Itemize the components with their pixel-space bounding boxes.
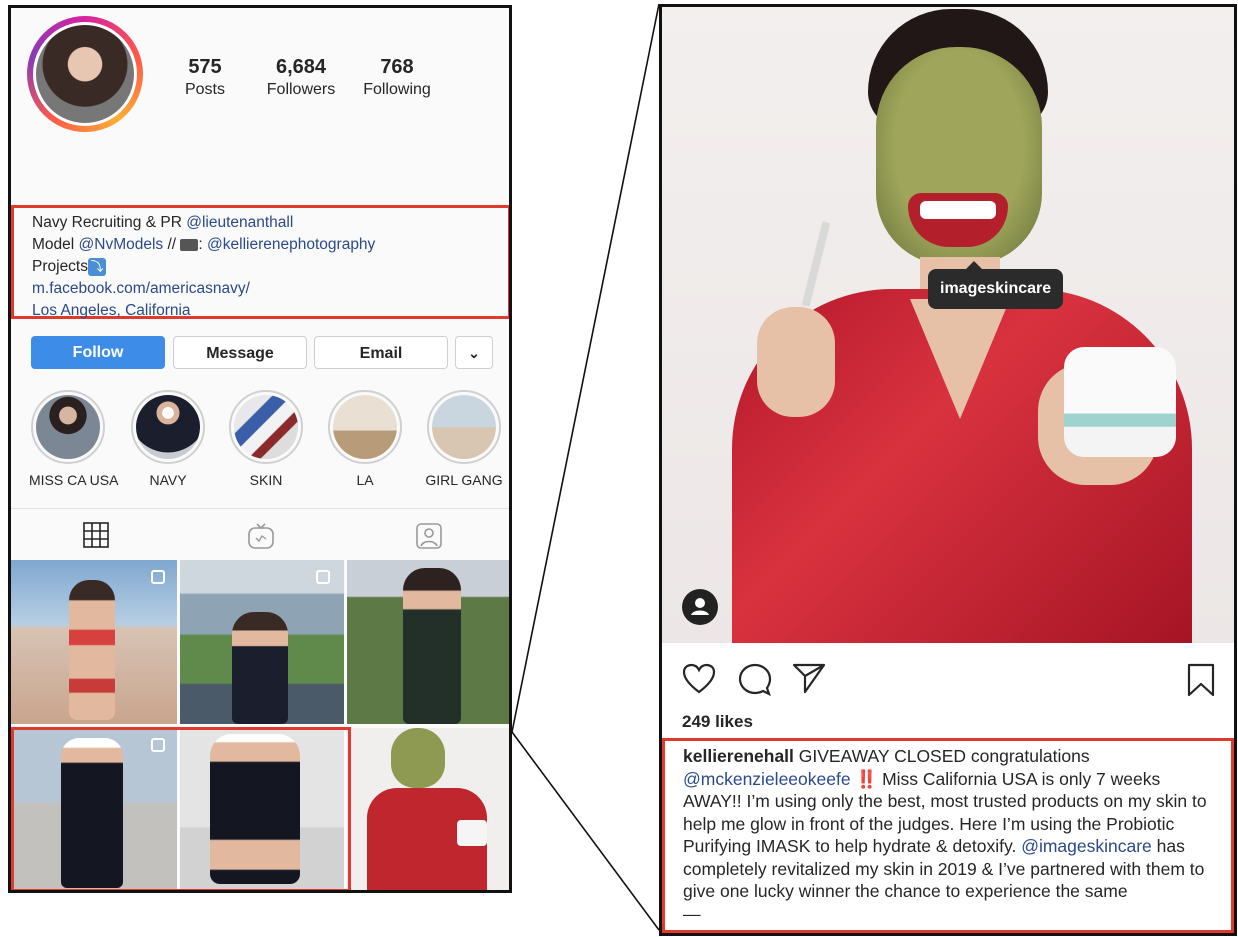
caption-username[interactable]: kellierenehall [683,746,794,766]
post-detail-panel: imageskincare 249 likes kellierenehall G… [659,4,1237,936]
post-photo[interactable]: imageskincare [662,7,1234,643]
caption-mention-imageskincare[interactable]: @imageskincare [1021,836,1152,856]
caption-continuation: — [683,903,701,924]
caption-highlight-box: kellierenehall GIVEAWAY CLOSED congratul… [662,738,1234,933]
bookmark-icon[interactable] [1186,663,1216,697]
caption-mention-mckenzieleeokeefe[interactable]: @mckenzieleeokeefe [683,769,851,789]
product-tag[interactable]: imageskincare [928,261,1064,309]
comment-icon[interactable] [738,663,772,697]
share-icon[interactable] [792,662,826,694]
user-tag-icon[interactable] [682,589,718,625]
likes-count[interactable]: 249 likes [682,712,753,732]
caption-text: GIVEAWAY CLOSED congratulations [793,746,1090,766]
double-exclamation-icon: ‼️ [850,768,878,789]
like-icon[interactable] [682,663,716,695]
